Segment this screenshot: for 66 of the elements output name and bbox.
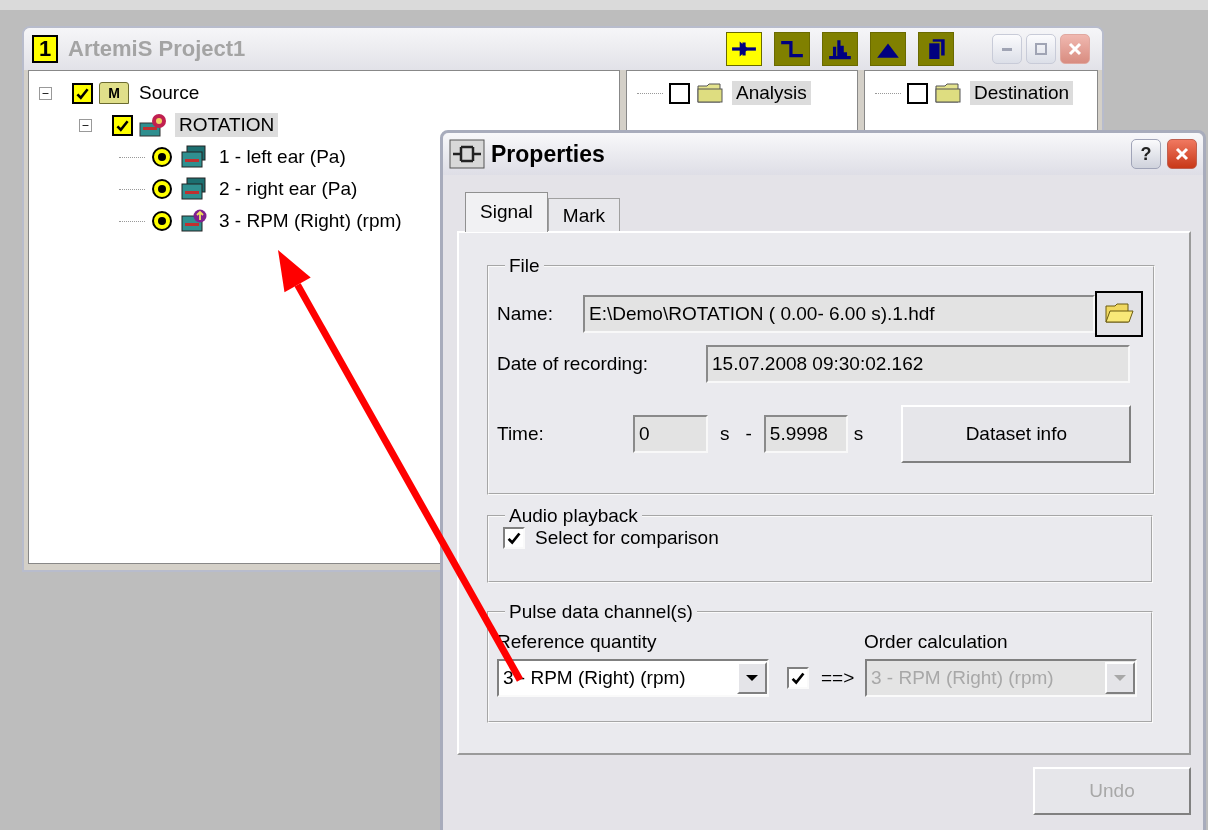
- recording-date-field[interactable]: 15.07.2008 09:30:02.162: [706, 345, 1130, 383]
- close-button[interactable]: [1060, 34, 1090, 64]
- field-label: Date of recording:: [497, 353, 650, 375]
- collapse-toggle[interactable]: [39, 86, 52, 100]
- tree-item-label[interactable]: 2 - right ear (Pa): [215, 177, 362, 201]
- tree-item-label[interactable]: 3 - RPM (Right) (rpm): [215, 209, 406, 233]
- checkbox[interactable]: [112, 114, 133, 136]
- plug-icon: [449, 139, 485, 169]
- time-end-field[interactable]: 5.9998: [763, 415, 848, 453]
- close-icon: [1066, 40, 1084, 58]
- browse-button[interactable]: [1095, 291, 1143, 337]
- radio-icon: [151, 209, 173, 233]
- radio-icon: [151, 145, 173, 169]
- window-title: ArtemiS Project1: [68, 36, 247, 62]
- field-label: Name:: [497, 303, 554, 325]
- tab[interactable]: Signal: [465, 192, 548, 232]
- time-start-field[interactable]: 0: [633, 415, 708, 453]
- group-title: Audio playback: [508, 505, 639, 527]
- recording-icon: [139, 113, 169, 137]
- tree-item-label[interactable]: Destination: [970, 81, 1074, 105]
- unit-label: s: [853, 423, 864, 445]
- collapse-toggle[interactable]: [79, 118, 92, 132]
- tree-item-label[interactable]: ROTATION: [175, 113, 279, 137]
- layers-icon: [179, 177, 209, 201]
- range-separator: -: [745, 423, 752, 445]
- checkmark-icon: [76, 87, 89, 100]
- tree-item-label[interactable]: Source: [135, 81, 204, 105]
- link-arrow: ==>: [821, 667, 856, 689]
- layers-pin-icon: [179, 209, 209, 233]
- checkmark-icon: [116, 119, 129, 132]
- layers-icon: [179, 145, 209, 169]
- dataset-info-button[interactable]: Dataset info: [901, 405, 1132, 463]
- checkbox[interactable]: [503, 527, 525, 549]
- checkbox-label: Select for comparison: [535, 527, 719, 549]
- close-button[interactable]: [1167, 139, 1197, 169]
- tab[interactable]: Mark: [547, 198, 621, 232]
- folder-badge: M: [99, 82, 129, 104]
- checkbox[interactable]: [787, 667, 809, 689]
- checkbox[interactable]: [72, 82, 93, 104]
- checkbox[interactable]: [669, 82, 690, 104]
- window-badge: 1: [32, 35, 58, 63]
- field-label: Time:: [497, 423, 545, 445]
- checkbox[interactable]: [907, 82, 928, 104]
- toolbar-button[interactable]: [726, 32, 762, 66]
- minimize-icon: [1002, 47, 1012, 51]
- checkmark-icon: [791, 672, 805, 685]
- radio-icon: [151, 177, 173, 201]
- close-icon: [1173, 145, 1191, 163]
- field-label: Order calculation: [864, 631, 1008, 653]
- folder-icon: [934, 81, 964, 105]
- tree-item-label[interactable]: 1 - left ear (Pa): [215, 145, 350, 169]
- folder-icon: [1104, 302, 1134, 326]
- spikes-icon: [827, 37, 853, 61]
- group-title: Pulse data channel(s): [508, 601, 694, 623]
- unit-label: s: [720, 423, 730, 445]
- folder-icon: [696, 81, 726, 105]
- maximize-icon: [1032, 40, 1050, 58]
- reference-dropdown[interactable]: 3 - RPM (Right) (rpm): [497, 659, 769, 697]
- checkmark-icon: [507, 532, 521, 545]
- help-button[interactable]: ?: [1131, 139, 1161, 169]
- dialog-title: Properties: [491, 140, 606, 168]
- file-name-field[interactable]: E:\Demo\ROTATION ( 0.00- 6.00 s).1.hdf: [583, 295, 1095, 333]
- caret-icon: [1113, 674, 1127, 682]
- tree-item-label[interactable]: Analysis: [732, 81, 811, 105]
- caret-icon: [745, 674, 759, 682]
- group-title: File: [508, 255, 541, 277]
